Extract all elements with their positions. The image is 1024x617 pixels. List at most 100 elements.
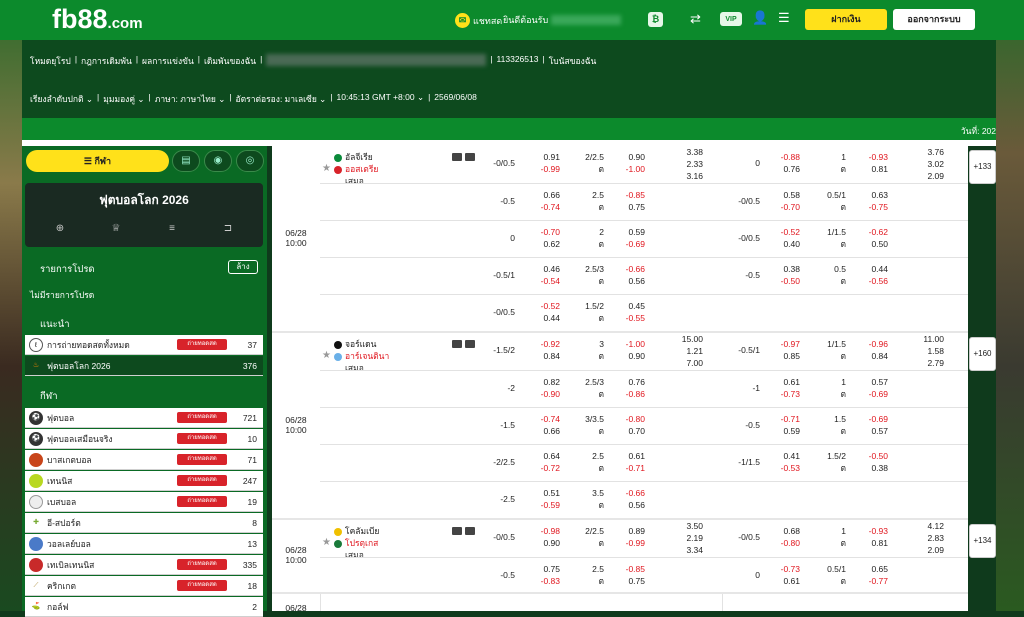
1x2-home-odds[interactable]: 3.50 [663,520,703,532]
1x2-away-odds[interactable]: 1.21 [663,345,703,357]
link-rules[interactable]: กฎการเดิมพัน [81,54,132,68]
stats-icon[interactable]: ▤ [172,150,200,172]
rec-item-all-live[interactable]: ℓ การถ่ายทอดสดทั้งหมด ถ่ายทอดสด 37 [25,335,263,355]
home-team[interactable]: อัลจีเรีย [334,151,454,163]
sort-dropdown[interactable]: เรียงลำดับปกติ ⌄ [30,92,93,106]
favorite-star-icon[interactable]: ★ [322,537,331,548]
sport-item-tennis[interactable]: เทนนิส ถ่ายทอดสด 247 [25,471,263,491]
odds-dropdown[interactable]: อัตราต่อรอง: มาเลเซีย ⌄ [236,92,327,106]
half-handicap-home-odds[interactable]: -0.52 [760,226,800,238]
over-odds[interactable]: -0.85 [605,563,645,575]
over-odds[interactable]: -0.85 [605,189,645,201]
over-odds[interactable]: -0.66 [605,487,645,499]
over-odds[interactable]: -0.66 [605,263,645,275]
half-1x2-draw-odds[interactable]: 2.79 [904,357,944,369]
handicap-away-odds[interactable]: -0.72 [520,462,560,474]
over-odds[interactable]: 0.61 [605,450,645,462]
half-1x2-home-odds[interactable]: 4.12 [904,520,944,532]
sport-item-basketball[interactable]: บาสเกตบอล ถ่ายทอดสด 71 [25,450,263,470]
live-icon[interactable]: ◉ [204,150,232,172]
handicap-away-odds[interactable]: 0.66 [520,425,560,437]
under-odds[interactable]: -0.86 [605,388,645,400]
under-odds[interactable]: 0.56 [605,275,645,287]
over-odds[interactable]: -1.00 [605,338,645,350]
half-handicap-home-odds[interactable]: -0.97 [760,338,800,350]
sport-item-football[interactable]: ⚽ ฟุตบอล ถ่ายทอดสด 721 [25,408,263,428]
bet-list-icon[interactable]: ☰ [778,10,790,26]
over-odds[interactable]: 0.45 [605,300,645,312]
view-dropdown[interactable]: มุมมองคู่ ⌄ [103,92,144,106]
logout-button[interactable]: ออกจากระบบ [893,9,975,30]
half-handicap-away-odds[interactable]: -0.70 [760,201,800,213]
half-handicap-home-odds[interactable]: -0.88 [760,151,800,163]
1x2-home-odds[interactable]: 15.00 [663,333,703,345]
half-over-odds[interactable]: -0.93 [848,525,888,537]
half-handicap-home-odds[interactable]: -0.71 [760,413,800,425]
sport-item-volleyball[interactable]: วอลเลย์บอล 13 [25,534,263,554]
favorite-star-icon[interactable]: ★ [322,163,331,174]
handicap-away-odds[interactable]: 0.84 [520,350,560,362]
link-euro-mode[interactable]: โหมดยุโรป [30,54,71,68]
live-chat-link[interactable]: ✉ แชทสด [455,13,502,28]
over-odds[interactable]: 0.59 [605,226,645,238]
half-over-odds[interactable]: -0.96 [848,338,888,350]
handicap-away-odds[interactable]: 0.62 [520,238,560,250]
rec-item-worldcup[interactable]: ♨ ฟุตบอลโลก 2026 376 [25,356,263,376]
half-1x2-home-odds[interactable]: 3.76 [904,146,944,158]
sport-item-virtual-football[interactable]: ⚽ ฟุตบอลเสมือนจริง ถ่ายทอดสด 10 [25,429,263,449]
half-handicap-home-odds[interactable]: 0.68 [760,525,800,537]
under-odds[interactable]: -0.99 [605,537,645,549]
half-handicap-home-odds[interactable]: 0.41 [760,450,800,462]
half-over-odds[interactable]: -0.93 [848,151,888,163]
half-under-odds[interactable]: 0.84 [848,350,888,362]
half-over-odds[interactable]: 0.44 [848,263,888,275]
half-handicap-away-odds[interactable]: 0.76 [760,163,800,175]
over-odds[interactable]: -0.80 [605,413,645,425]
handicap-home-odds[interactable]: -0.92 [520,338,560,350]
transfer-icon[interactable]: ⇄ [690,11,701,27]
under-odds[interactable]: 0.90 [605,350,645,362]
clear-favorites-button[interactable]: ล้าง [228,260,258,274]
home-team[interactable]: จอร์แดน [334,338,454,350]
under-odds[interactable]: -0.55 [605,312,645,324]
half-1x2-draw-odds[interactable]: 2.09 [904,544,944,556]
vip-icon[interactable]: VIP [720,12,742,26]
handicap-away-odds[interactable]: -0.83 [520,575,560,587]
trophy-icon[interactable]: ♕ [109,223,123,237]
1x2-draw-odds[interactable]: 7.00 [663,357,703,369]
half-1x2-away-odds[interactable]: 1.58 [904,345,944,357]
home-team[interactable]: โคลัมเบีย [334,525,454,537]
1x2-draw-odds[interactable]: 3.34 [663,544,703,556]
worldcup-banner[interactable]: ฟุตบอลโลก 2026 ⊕ ♕ ≡ ⊐ [25,183,263,247]
under-odds[interactable]: -0.71 [605,462,645,474]
half-under-odds[interactable]: -0.56 [848,275,888,287]
handicap-away-odds[interactable]: -0.74 [520,201,560,213]
handicap-home-odds[interactable]: 0.51 [520,487,560,499]
half-1x2-away-odds[interactable]: 3.02 [904,158,944,170]
half-handicap-away-odds[interactable]: 0.59 [760,425,800,437]
half-handicap-away-odds[interactable]: -0.80 [760,537,800,549]
half-1x2-away-odds[interactable]: 2.83 [904,532,944,544]
user-icon[interactable]: 👤 [752,10,768,26]
deposit-button[interactable]: ฝากเงิน [805,9,887,30]
handicap-home-odds[interactable]: -0.70 [520,226,560,238]
half-handicap-away-odds[interactable]: -0.50 [760,275,800,287]
more-markets-button[interactable]: +133 [969,150,996,184]
handicap-home-odds[interactable]: -0.74 [520,413,560,425]
favorite-star-icon[interactable]: ★ [322,350,331,361]
half-under-odds[interactable]: 0.57 [848,425,888,437]
settings-icon[interactable]: ◎ [236,150,264,172]
half-handicap-away-odds[interactable]: -0.53 [760,462,800,474]
over-odds[interactable]: 0.89 [605,525,645,537]
half-1x2-home-odds[interactable]: 11.00 [904,333,944,345]
handicap-away-odds[interactable]: 0.90 [520,537,560,549]
handicap-home-odds[interactable]: 0.46 [520,263,560,275]
under-odds[interactable]: -0.69 [605,238,645,250]
half-under-odds[interactable]: 0.81 [848,537,888,549]
handicap-away-odds[interactable]: -0.99 [520,163,560,175]
handicap-home-odds[interactable]: 0.91 [520,151,560,163]
half-over-odds[interactable]: -0.62 [848,226,888,238]
handicap-away-odds[interactable]: -0.90 [520,388,560,400]
half-under-odds[interactable]: -0.69 [848,388,888,400]
sport-item-baseball[interactable]: เบสบอล ถ่ายทอดสด 19 [25,492,263,512]
